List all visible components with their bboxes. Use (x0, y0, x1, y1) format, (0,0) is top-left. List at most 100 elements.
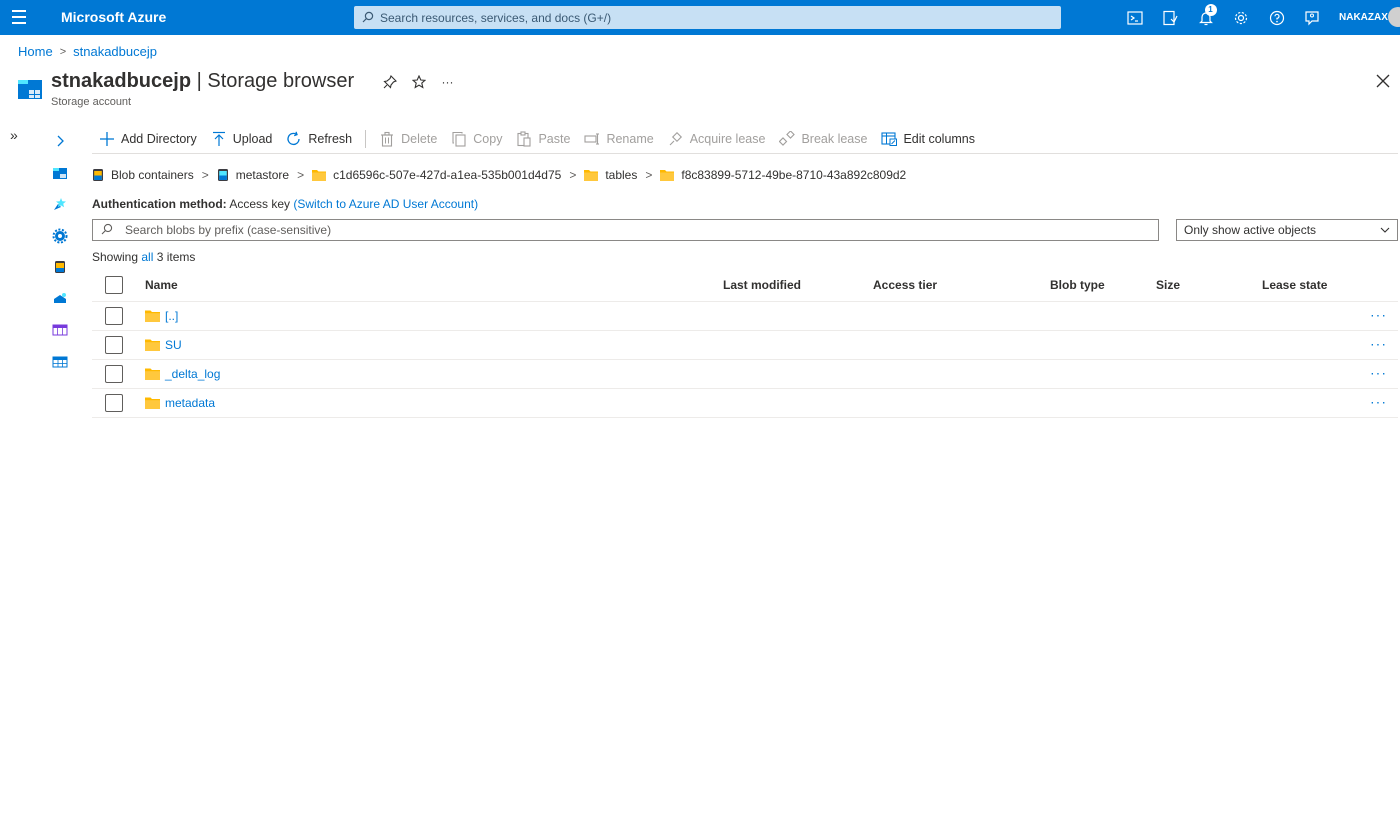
chevron-right-icon[interactable] (50, 131, 70, 151)
chevron-right-icon: > (297, 168, 305, 182)
auth-label: Authentication method: (92, 197, 227, 211)
folder-icon (145, 339, 160, 351)
path-item-metastore[interactable]: metastore (217, 168, 289, 182)
select-all-checkbox[interactable] (105, 275, 123, 294)
directory-filter-icon[interactable] (1153, 8, 1189, 28)
file-shares-icon[interactable] (50, 289, 70, 309)
path-item-tables[interactable]: tables (584, 168, 637, 182)
paste-label: Paste (538, 132, 571, 146)
menu-icon[interactable] (12, 10, 30, 24)
table-header: Name Last modified Access tier Blob type… (92, 268, 1398, 302)
copy-button[interactable]: Copy (444, 127, 509, 151)
blob-search-box (92, 219, 1159, 241)
folder-icon (145, 397, 160, 409)
breadcrumb-storage-account[interactable]: stnakadbucejp (73, 44, 157, 59)
help-icon[interactable] (1259, 8, 1295, 28)
breadcrumb-home[interactable]: Home (18, 44, 53, 59)
active-objects-dropdown[interactable]: Only show active objects (1176, 219, 1398, 241)
paste-icon (517, 131, 532, 147)
row-more-options-icon[interactable]: ··· (1370, 306, 1387, 322)
folder-icon (584, 170, 599, 181)
page-name: Storage browser (207, 70, 355, 92)
table-row[interactable]: [..] ··· (92, 302, 1398, 331)
row-name-link[interactable]: SU (165, 338, 182, 352)
row-name-link[interactable]: [..] (165, 309, 178, 323)
star-icon[interactable] (410, 73, 427, 90)
containers-icon[interactable] (50, 257, 70, 277)
authentication-method: Authentication method: Access key (Switc… (92, 197, 478, 211)
settings-icon[interactable] (50, 226, 70, 246)
column-header-lease-state[interactable]: Lease state (1262, 278, 1327, 292)
avatar[interactable] (1388, 7, 1400, 27)
queues-icon[interactable] (50, 320, 70, 340)
column-header-size[interactable]: Size (1156, 278, 1180, 292)
folder-icon (312, 170, 327, 181)
blob-table: Name Last modified Access tier Blob type… (92, 268, 1398, 418)
page-title: stnakadbucejp | Storage browser (51, 70, 354, 93)
search-icon (362, 11, 376, 25)
item-count-prefix: Showing (92, 250, 139, 264)
dropdown-selected-value: Only show active objects (1184, 223, 1317, 237)
path-item-current-folder[interactable]: f8c83899-5712-49be-8710-43a892c809d2 (660, 168, 906, 182)
row-checkbox[interactable] (105, 336, 123, 354)
row-more-options-icon[interactable]: ··· (1370, 393, 1387, 409)
break-lease-button[interactable]: Break lease (772, 127, 874, 151)
folder-icon (145, 368, 160, 380)
table-row[interactable]: metadata ··· (92, 389, 1398, 418)
row-name-link[interactable]: metadata (165, 396, 215, 410)
global-search-input[interactable]: Search resources, services, and docs (G+… (354, 6, 1061, 29)
paste-button[interactable]: Paste (509, 127, 577, 151)
blob-search-input[interactable] (125, 223, 1025, 237)
copy-label: Copy (473, 132, 503, 146)
cloud-shell-icon[interactable] (1117, 8, 1153, 28)
close-icon[interactable] (1375, 73, 1391, 89)
delete-label: Delete (401, 132, 438, 146)
row-more-options-icon[interactable]: ··· (1370, 335, 1387, 351)
break-link-icon (779, 131, 796, 146)
column-header-blob-type[interactable]: Blob type (1050, 278, 1105, 292)
upload-icon (212, 131, 225, 146)
rename-button[interactable]: Rename (577, 127, 660, 151)
command-divider (365, 130, 367, 148)
row-checkbox[interactable] (105, 365, 123, 383)
path-item-folder[interactable]: c1d6596c-507e-427d-a1ea-535b001d4d75 (312, 168, 561, 182)
add-directory-button[interactable]: Add Directory (92, 127, 204, 151)
bell-icon[interactable]: 1 (1188, 4, 1224, 28)
chevron-right-icon: > (645, 168, 653, 182)
row-checkbox[interactable] (105, 307, 123, 325)
refresh-icon (287, 131, 301, 145)
path-label: Blob containers (111, 168, 194, 182)
upload-button[interactable]: Upload (204, 127, 280, 151)
table-row[interactable]: _delta_log ··· (92, 360, 1398, 389)
expand-menu-icon[interactable]: » (10, 127, 18, 143)
path-label: tables (605, 168, 638, 182)
gear-icon[interactable] (1224, 8, 1260, 28)
refresh-button[interactable]: Refresh (279, 127, 359, 151)
item-count-text: Showing all 3 items (92, 250, 195, 264)
break-lease-label: Break lease (801, 132, 868, 146)
storage-account-icon[interactable] (50, 163, 70, 183)
column-header-access-tier[interactable]: Access tier (873, 278, 937, 292)
pin-icon[interactable] (381, 73, 398, 90)
quickstart-icon[interactable] (50, 194, 70, 214)
switch-auth-link[interactable]: (Switch to Azure AD User Account) (293, 197, 478, 211)
tables-icon[interactable] (50, 352, 70, 372)
acquire-lease-button[interactable]: Acquire lease (661, 127, 773, 151)
trash-icon (381, 131, 394, 147)
row-checkbox[interactable] (105, 394, 123, 412)
row-more-options-icon[interactable]: ··· (1370, 364, 1387, 380)
item-count-value: 3 items (156, 250, 196, 264)
delete-button[interactable]: Delete (372, 127, 444, 151)
brand-title[interactable]: Microsoft Azure (61, 9, 166, 25)
column-header-last-modified[interactable]: Last modified (723, 278, 801, 292)
column-header-name[interactable]: Name (145, 278, 178, 292)
left-rail (50, 131, 70, 383)
path-item-blob-containers[interactable]: Blob containers (92, 168, 194, 182)
feedback-icon[interactable] (1295, 8, 1331, 28)
more-options-icon[interactable]: ··· (439, 73, 456, 90)
path-label: f8c83899-5712-49be-8710-43a892c809d2 (681, 168, 907, 182)
edit-columns-button[interactable]: Edit columns (874, 127, 982, 151)
table-row[interactable]: SU ··· (92, 331, 1398, 360)
username[interactable]: NAKAZAX (1339, 12, 1388, 23)
row-name-link[interactable]: _delta_log (165, 367, 220, 381)
